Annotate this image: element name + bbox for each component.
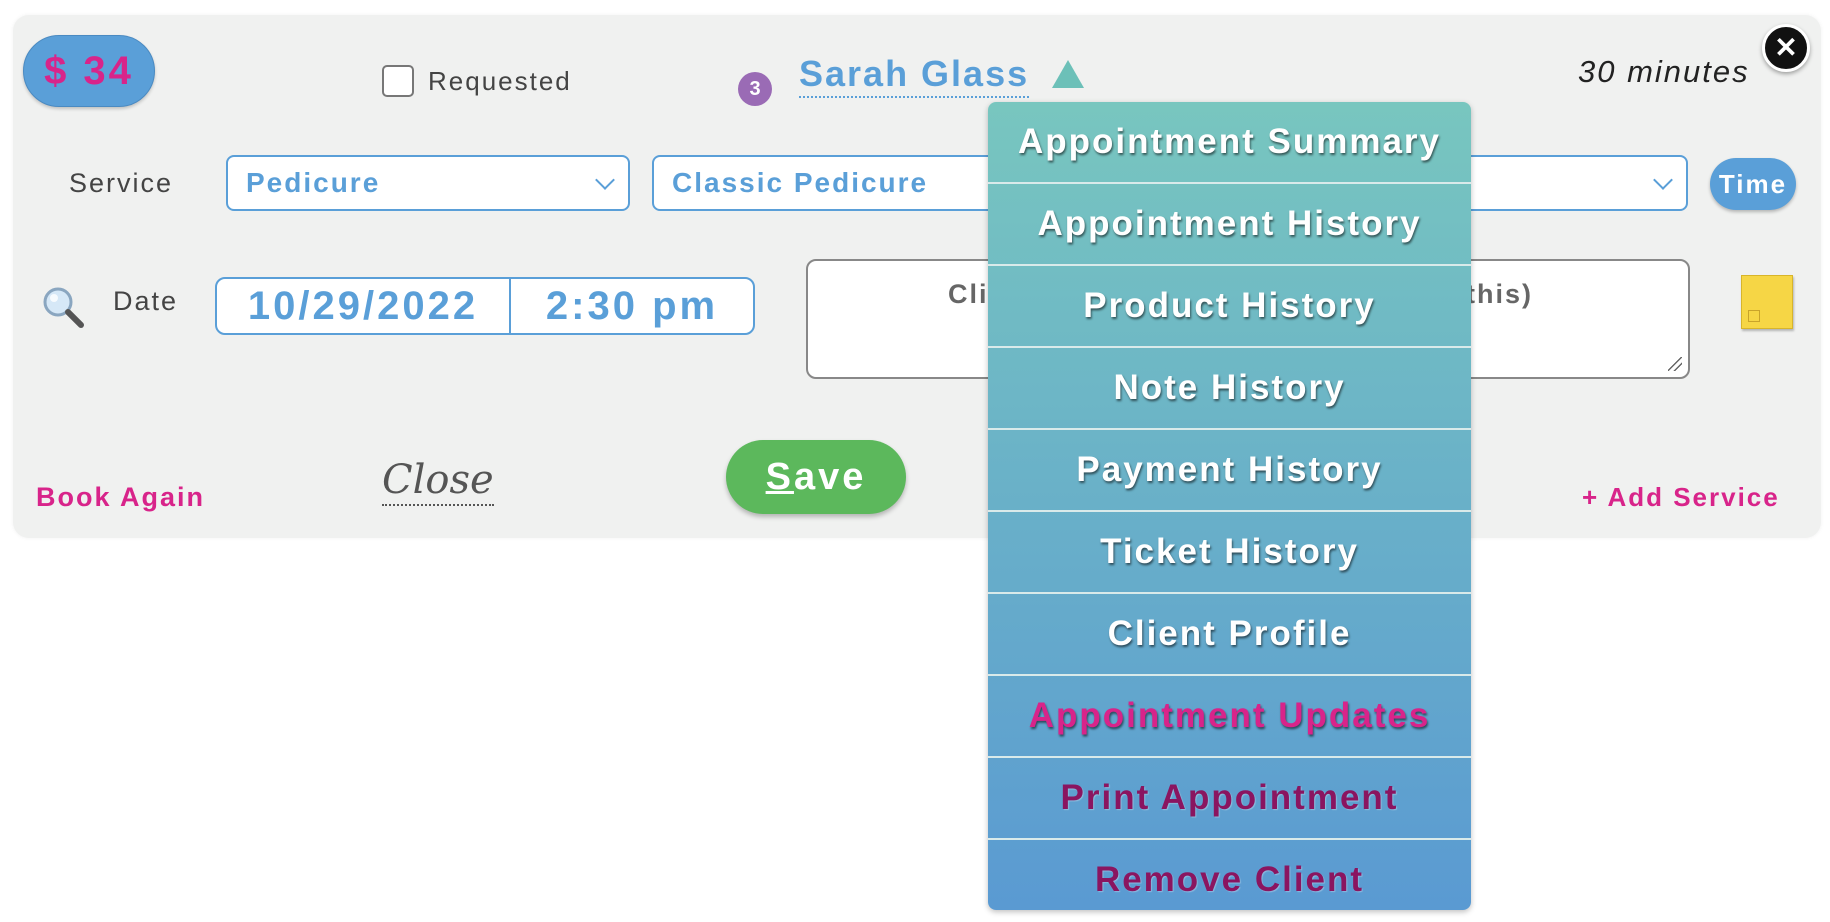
menu-item-client-profile[interactable]: Client Profile	[988, 594, 1471, 676]
menu-item-print-appointment[interactable]: Print Appointment	[988, 758, 1471, 840]
menu-item-remove-client[interactable]: Remove Client	[988, 840, 1471, 910]
book-again-link[interactable]: Book Again	[36, 482, 205, 513]
menu-item-payment-history[interactable]: Payment History	[988, 430, 1471, 512]
requested-label: Requested	[428, 65, 572, 96]
chevron-down-icon	[595, 170, 615, 190]
menu-item-product-history[interactable]: Product History	[988, 266, 1471, 348]
notes-text-left: Cli	[948, 279, 989, 309]
menu-item-appointment-updates[interactable]: Appointment Updates	[988, 676, 1471, 758]
requested-checkbox[interactable]	[382, 65, 414, 97]
client-visit-count-badge: 3	[738, 72, 772, 106]
client-name-link[interactable]: Sarah Glass	[799, 52, 1030, 98]
add-service-link[interactable]: + Add Service	[1582, 482, 1780, 513]
date-input[interactable]: 10/29/2022	[217, 279, 511, 333]
close-icon[interactable]: ✕	[1762, 24, 1810, 72]
menu-item-appointment-summary[interactable]: Appointment Summary	[988, 102, 1471, 184]
date-label: Date	[113, 286, 179, 316]
save-button-accesskey: S	[765, 456, 794, 498]
service-label: Service	[69, 168, 174, 198]
time-input[interactable]: 2:30 pm	[511, 279, 753, 333]
sticky-note-icon[interactable]	[1741, 275, 1793, 329]
notes-text-right: this)	[1466, 279, 1533, 309]
menu-item-ticket-history[interactable]: Ticket History	[988, 512, 1471, 594]
close-link[interactable]: Close	[382, 456, 494, 506]
client-options-menu: Appointment Summary Appointment History …	[988, 102, 1471, 910]
caret-up-icon[interactable]	[1052, 60, 1084, 88]
chevron-down-icon	[1653, 170, 1673, 190]
service-category-value: Pedicure	[246, 167, 381, 198]
menu-item-appointment-history[interactable]: Appointment History	[988, 184, 1471, 266]
magnifier-icon[interactable]	[40, 284, 86, 330]
appointment-duration: 30 minutes	[1578, 54, 1750, 89]
save-button-label: ave	[793, 456, 867, 498]
service-category-select[interactable]: Pedicure	[226, 155, 630, 211]
date-time-field[interactable]: 10/29/2022 2:30 pm	[215, 277, 755, 335]
save-button[interactable]: Save	[726, 440, 906, 514]
price-badge[interactable]: $ 34	[23, 35, 155, 107]
resize-handle-icon[interactable]	[1668, 357, 1682, 371]
time-button[interactable]: Time	[1710, 158, 1796, 210]
requested-option[interactable]: Requested	[382, 65, 572, 97]
service-name-value: Classic Pedicure	[672, 167, 929, 198]
menu-item-note-history[interactable]: Note History	[988, 348, 1471, 430]
